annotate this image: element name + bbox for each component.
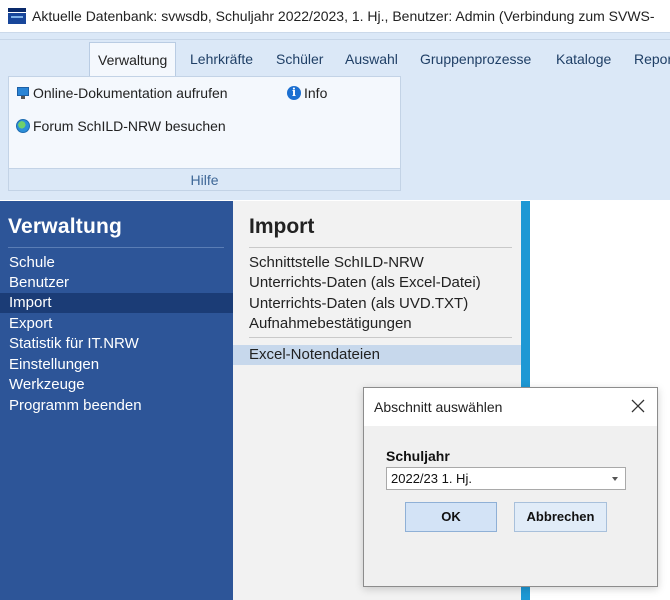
- tab-gruppenprozesse[interactable]: Gruppenprozesse: [412, 42, 539, 76]
- info-label: Info: [304, 85, 328, 101]
- nav-item-einstellungen[interactable]: Einstellungen: [0, 355, 233, 375]
- online-documentation-label: Online-Dokumentation aufrufen: [33, 85, 228, 101]
- tab-auswahl[interactable]: Auswahl: [337, 42, 406, 76]
- section-select-dialog: Abschnitt auswählen Schuljahr 2022/23 1.…: [363, 387, 658, 587]
- window-titlebar: Aktuelle Datenbank: svwsdb, Schuljahr 20…: [0, 0, 670, 32]
- schuljahr-label: Schuljahr: [386, 448, 450, 464]
- ribbon: Verwaltung Lehrkräfte Schüler Auswahl Gr…: [0, 32, 670, 200]
- window-title: Aktuelle Datenbank: svwsdb, Schuljahr 20…: [32, 8, 655, 24]
- tab-lehrkraefte[interactable]: Lehrkräfte: [182, 42, 261, 76]
- forum-button[interactable]: Forum SchILD-NRW besuchen: [16, 118, 226, 134]
- ok-button[interactable]: OK: [405, 502, 497, 532]
- online-documentation-button[interactable]: Online-Dokumentation aufrufen: [16, 85, 228, 101]
- schuljahr-select-value: 2022/23 1. Hj.: [391, 471, 472, 486]
- dialog-titlebar: Abschnitt auswählen: [364, 388, 657, 426]
- import-item-excel-noten[interactable]: Excel-Notendateien: [233, 345, 521, 365]
- tab-kataloge[interactable]: Kataloge: [548, 42, 619, 76]
- nav-item-schule[interactable]: Schule: [0, 253, 233, 273]
- chevron-down-icon: [612, 477, 618, 481]
- cancel-button[interactable]: Abbrechen: [514, 502, 607, 532]
- group-label-hilfe: Hilfe: [9, 168, 400, 190]
- schuljahr-select[interactable]: 2022/23 1. Hj.: [386, 467, 626, 490]
- nav-item-benutzer[interactable]: Benutzer: [0, 273, 233, 293]
- tab-schueler[interactable]: Schüler: [268, 42, 331, 76]
- nav-item-werkzeuge[interactable]: Werkzeuge: [0, 375, 233, 395]
- left-navigation: Verwaltung Schule Benutzer Import Export…: [0, 201, 233, 600]
- info-icon: i: [287, 86, 301, 100]
- nav-heading: Verwaltung: [8, 215, 123, 238]
- tab-reports[interactable]: Repor: [626, 42, 670, 76]
- dialog-title: Abschnitt auswählen: [374, 399, 503, 415]
- import-heading: Import: [249, 215, 315, 238]
- monitor-icon: [16, 86, 30, 100]
- tab-verwaltung[interactable]: Verwaltung: [89, 42, 177, 77]
- ribbon-tabs: Verwaltung Lehrkräfte Schüler Auswahl Gr…: [0, 42, 670, 77]
- info-button[interactable]: i Info: [287, 85, 327, 101]
- app-icon: [8, 8, 26, 24]
- forum-label: Forum SchILD-NRW besuchen: [33, 118, 226, 134]
- nav-item-programm-beenden[interactable]: Programm beenden: [0, 396, 233, 416]
- import-item-schnittstelle[interactable]: Schnittstelle SchILD-NRW: [249, 253, 424, 273]
- nav-item-export[interactable]: Export: [0, 314, 233, 334]
- close-icon[interactable]: [629, 397, 647, 415]
- nav-item-import[interactable]: Import: [0, 293, 233, 313]
- globe-icon: [16, 119, 30, 133]
- ribbon-group-hilfe: Online-Dokumentation aufrufen i Info For…: [8, 76, 401, 191]
- import-item-aufnahme[interactable]: Aufnahmebestätigungen: [249, 314, 412, 334]
- nav-item-statistik[interactable]: Statistik für IT.NRW: [0, 334, 233, 354]
- import-item-unterricht-excel[interactable]: Unterrichts-Daten (als Excel-Datei): [249, 273, 481, 293]
- import-item-unterricht-uvd[interactable]: Unterrichts-Daten (als UVD.TXT): [249, 294, 468, 314]
